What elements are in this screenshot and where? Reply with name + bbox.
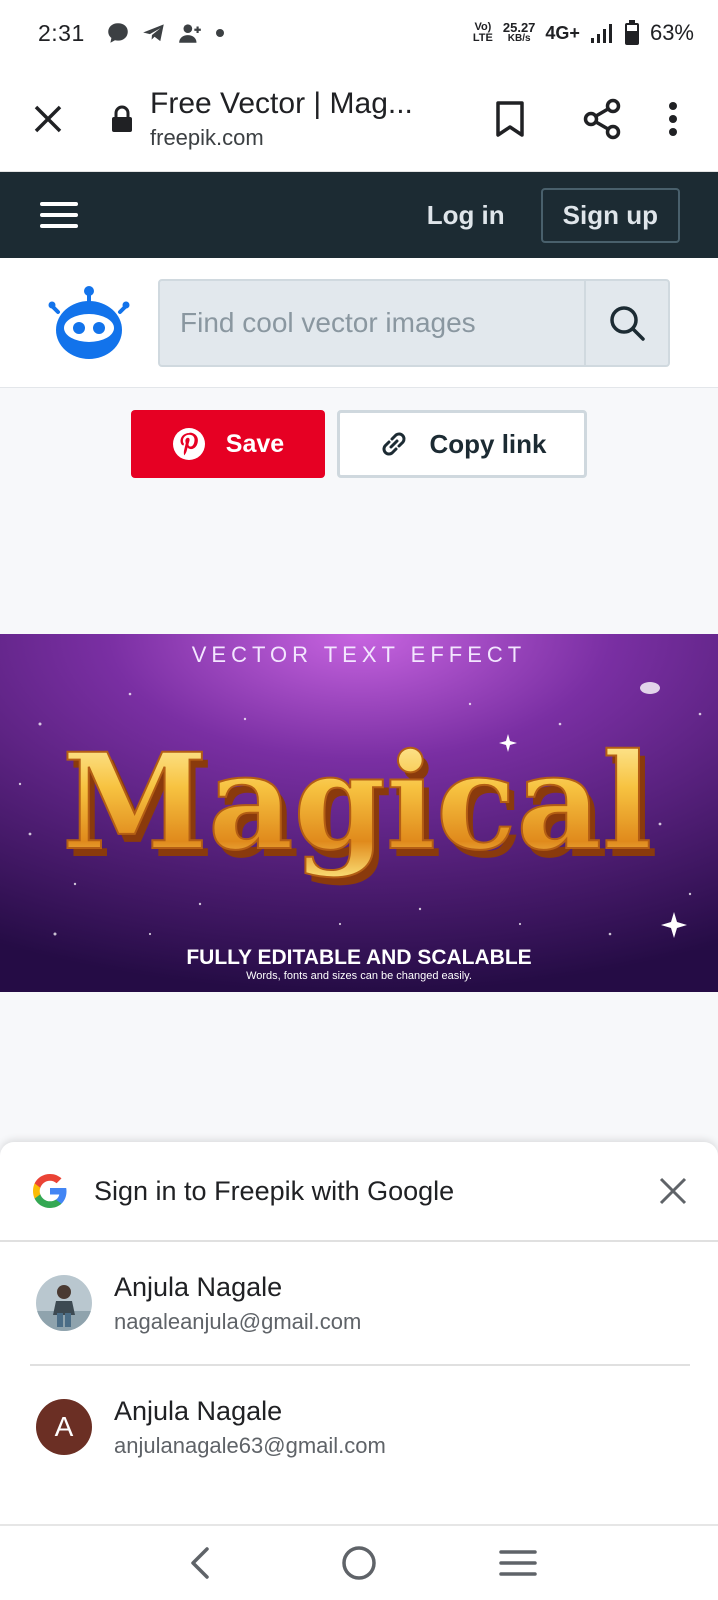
auth-links: Log in Sign up	[427, 187, 680, 243]
glow-star	[640, 682, 660, 694]
status-bar: 2:31 Vo) LTE 25.27 KB/s 4G+ 63%	[0, 0, 718, 66]
account-text: Anjula Nagale nagaleanjula@gmail.com	[114, 1272, 361, 1335]
signal-icon	[590, 24, 612, 43]
search-icon	[610, 305, 645, 341]
hero-subtitle: FULLY EDITABLE AND SCALABLE	[186, 946, 531, 969]
google-logo-icon	[33, 1174, 67, 1208]
person-add-icon	[178, 24, 201, 43]
copy-link-button[interactable]: Copy link	[337, 410, 587, 478]
account-name: Anjula Nagale	[114, 1271, 283, 1302]
page-url: freepik.com	[150, 124, 264, 150]
speed-indicator: 25.27 KB/s	[502, 20, 536, 44]
hamburger-menu-button[interactable]	[40, 195, 80, 235]
status-right: Vo) LTE 25.27 KB/s 4G+ 63%	[473, 20, 694, 46]
share-buttons: Save Copy link	[0, 410, 718, 478]
share-button[interactable]	[556, 79, 648, 159]
network-type: 4G+	[545, 22, 580, 43]
sheet-close-button[interactable]	[628, 1151, 718, 1231]
page-title: Free Vector | Mag...	[150, 86, 413, 120]
magical-text-effect-image[interactable]: VECTOR TEXT EFFECT Magical Magical FULLY…	[0, 634, 718, 992]
search-button[interactable]	[584, 280, 668, 365]
site-navbar: Log in Sign up	[0, 172, 718, 258]
account-text: Anjula Nagale anjulanagale63@gmail.com	[114, 1396, 386, 1459]
search-header	[0, 258, 718, 388]
close-tab-button[interactable]	[0, 103, 96, 135]
google-signin-sheet: Sign in to Freepik with Google Anjula Na…	[0, 1142, 718, 1524]
recents-icon	[499, 1550, 538, 1576]
volte-indicator: Vo) LTE	[472, 21, 493, 44]
battery-percent: 63%	[649, 20, 694, 45]
recents-button[interactable]	[478, 1533, 558, 1593]
pinterest-icon	[172, 428, 205, 460]
home-icon	[342, 1546, 376, 1580]
browser-toolbar: Free Vector | Mag... freepik.com	[0, 66, 718, 172]
telegram-icon	[142, 24, 164, 42]
status-time: 2:31	[38, 19, 85, 46]
menu-icon-line	[40, 213, 78, 217]
login-link[interactable]: Log in	[427, 200, 505, 231]
account-email: anjulanagale63@gmail.com	[114, 1432, 386, 1458]
bookmark-icon	[496, 100, 524, 137]
hero-note: Words, fonts and sizes can be changed ea…	[246, 970, 472, 982]
search-input[interactable]	[160, 280, 584, 365]
site-security-button[interactable]	[110, 104, 150, 134]
account-email: nagaleanjula@gmail.com	[114, 1308, 362, 1334]
more-options-button[interactable]	[648, 79, 698, 159]
link-icon	[383, 432, 406, 456]
dot-icon	[215, 29, 224, 37]
copy-link-label: Copy link	[429, 428, 547, 459]
share-icon	[583, 98, 621, 139]
back-icon	[190, 1547, 209, 1579]
lock-icon	[112, 105, 132, 132]
signup-button[interactable]: Sign up	[540, 187, 680, 243]
sheet-header: Sign in to Freepik with Google	[0, 1142, 718, 1242]
profile-photo	[36, 1275, 92, 1331]
account-name: Anjula Nagale	[114, 1395, 283, 1426]
account-item[interactable]: A Anjula Nagale anjulanagale63@gmail.com	[0, 1366, 718, 1488]
notification-icons	[105, 20, 227, 46]
save-label: Save	[225, 429, 285, 458]
menu-icon-line	[40, 202, 78, 206]
message-icon	[108, 23, 128, 43]
screen: 2:31 Vo) LTE 25.27 KB/s 4G+ 63% Free Vec…	[0, 0, 718, 1600]
close-icon	[34, 105, 62, 132]
menu-icon-line	[40, 224, 78, 228]
home-button[interactable]	[319, 1533, 399, 1593]
account-item[interactable]: Anjula Nagale nagaleanjula@gmail.com	[0, 1242, 718, 1364]
freepik-logo-icon[interactable]	[48, 282, 130, 364]
avatar	[36, 1275, 92, 1331]
search-box	[158, 278, 670, 367]
bookmark-button[interactable]	[464, 79, 556, 159]
battery-icon	[624, 20, 639, 45]
pinterest-save-button[interactable]: Save	[131, 410, 325, 478]
sheet-title: Sign in to Freepik with Google	[94, 1175, 455, 1206]
address-area[interactable]: Free Vector | Mag... freepik.com	[150, 87, 464, 151]
hero-tagline: VECTOR TEXT EFFECT	[192, 642, 526, 667]
close-icon	[659, 1177, 687, 1205]
back-button[interactable]	[160, 1533, 240, 1593]
more-vert-icon	[669, 101, 677, 136]
avatar: A	[36, 1399, 92, 1455]
browser-actions	[464, 79, 698, 159]
hero-word: Magical	[62, 725, 652, 880]
system-navigation-bar	[0, 1524, 718, 1600]
